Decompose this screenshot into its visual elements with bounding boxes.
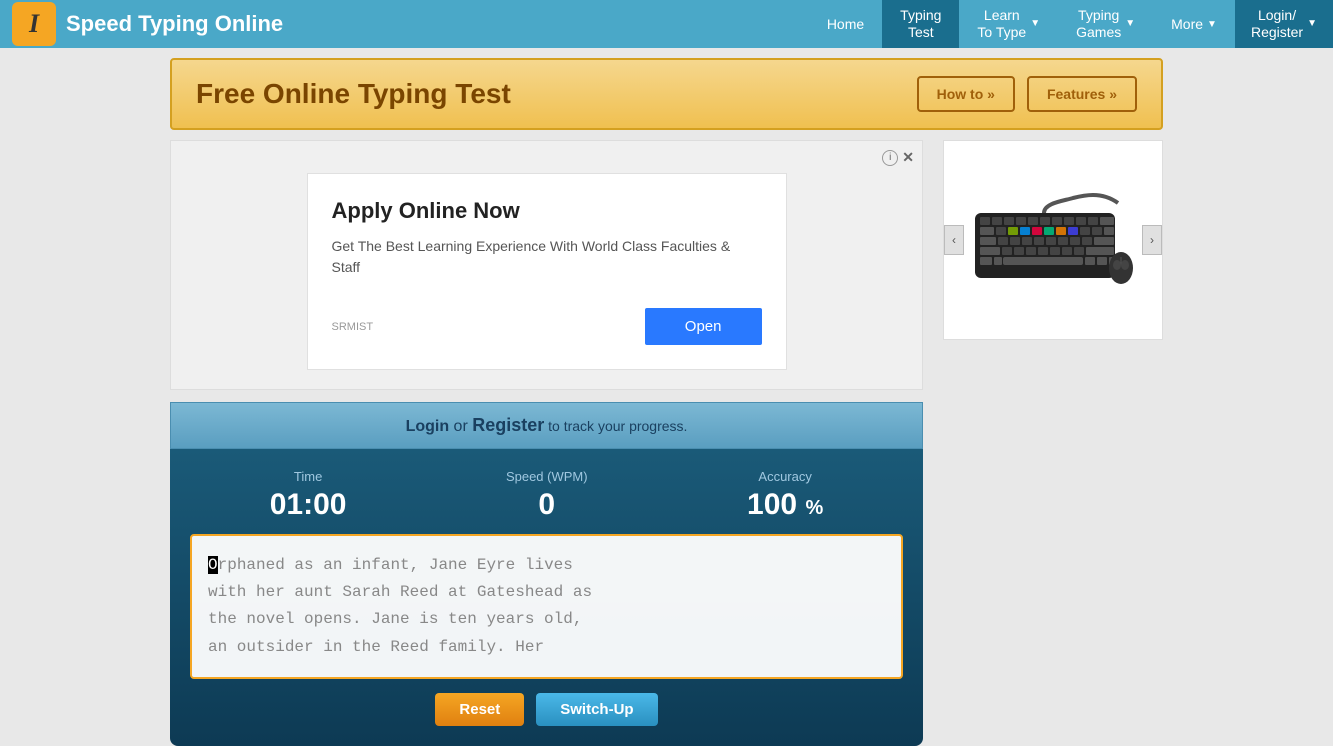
accuracy-value: 100 % (747, 488, 823, 522)
login-chevron-icon: ▼ (1307, 18, 1317, 30)
track-text: to track your progress. (544, 418, 687, 434)
nav-more[interactable]: More ▼ (1153, 0, 1235, 48)
sidebar-right: ‹ (943, 140, 1163, 746)
login-link[interactable]: Login (406, 418, 450, 435)
nav-home[interactable]: Home (809, 0, 882, 48)
ad-body: Get The Best Learning Experience With Wo… (332, 236, 762, 278)
time-value: 01:00 (270, 488, 347, 522)
content-left: i ✕ Apply Online Now Get The Best Learni… (170, 140, 923, 746)
features-button[interactable]: Features » (1027, 76, 1137, 112)
register-link[interactable]: Register (472, 415, 544, 435)
stats-row: Time 01:00 Speed (WPM) 0 Accuracy 100 % (190, 469, 903, 522)
accuracy-stat: Accuracy 100 % (747, 469, 823, 522)
speed-value: 0 (506, 488, 588, 522)
ad-close-icon[interactable]: ✕ (902, 149, 914, 166)
how-to-button[interactable]: How to » (917, 76, 1015, 112)
nav-typing-games[interactable]: TypingGames ▼ (1058, 0, 1153, 48)
keyboard-image (973, 190, 1133, 290)
nav-learn-to-type[interactable]: LearnTo Type ▼ (959, 0, 1058, 48)
learn-chevron-icon: ▼ (1030, 18, 1040, 30)
ad-heading: Apply Online Now (332, 198, 762, 224)
or-text: or (449, 418, 472, 435)
typing-box[interactable]: Orphaned as an infant, Jane Eyre liveswi… (190, 534, 903, 679)
banner-buttons: How to » Features » (917, 76, 1137, 112)
time-stat: Time 01:00 (270, 469, 347, 522)
ad-container: i ✕ Apply Online Now Get The Best Learni… (170, 140, 923, 390)
time-label: Time (270, 469, 347, 484)
ad-inner: Apply Online Now Get The Best Learning E… (307, 173, 787, 370)
keyboard-svg (973, 193, 1133, 288)
games-chevron-icon: ▼ (1125, 18, 1135, 30)
ad-source: SRMIST (332, 321, 374, 333)
ad-open-button[interactable]: Open (645, 308, 762, 345)
speed-stat: Speed (WPM) 0 (506, 469, 588, 522)
accuracy-label: Accuracy (747, 469, 823, 484)
cursor-char: O (208, 556, 218, 574)
reset-button[interactable]: Reset (435, 693, 524, 726)
typing-text: rphaned as an infant, Jane Eyre liveswit… (208, 556, 592, 656)
header: I Speed Typing Online Home TypingTest Le… (0, 0, 1333, 48)
logo-link[interactable]: I Speed Typing Online (0, 2, 295, 46)
ad-info-icon[interactable]: i (882, 150, 898, 166)
banner: Free Online Typing Test How to » Feature… (170, 58, 1163, 130)
nav-login-register[interactable]: Login/Register ▼ (1235, 0, 1333, 48)
ad-footer: SRMIST Open (332, 308, 762, 345)
typing-area: Time 01:00 Speed (WPM) 0 Accuracy 100 % … (170, 449, 923, 746)
buttons-row: Reset Switch-Up (190, 693, 903, 726)
login-strip: Login or Register to track your progress… (170, 402, 923, 449)
banner-title: Free Online Typing Test (196, 78, 511, 110)
main-nav: Home TypingTest LearnTo Type ▼ TypingGam… (809, 0, 1333, 48)
speed-label: Speed (WPM) (506, 469, 588, 484)
more-chevron-icon: ▼ (1207, 19, 1217, 30)
ad-controls: i ✕ (882, 149, 914, 166)
logo-text: Speed Typing Online (66, 11, 283, 37)
logo-icon: I (12, 2, 56, 46)
keyboard-ad: ‹ (943, 140, 1163, 340)
nav-typing-test[interactable]: TypingTest (882, 0, 959, 48)
carousel-prev-button[interactable]: ‹ (944, 225, 964, 255)
main-content: i ✕ Apply Online Now Get The Best Learni… (170, 140, 1163, 746)
switchup-button[interactable]: Switch-Up (536, 693, 657, 726)
carousel-next-button[interactable]: › (1142, 225, 1162, 255)
